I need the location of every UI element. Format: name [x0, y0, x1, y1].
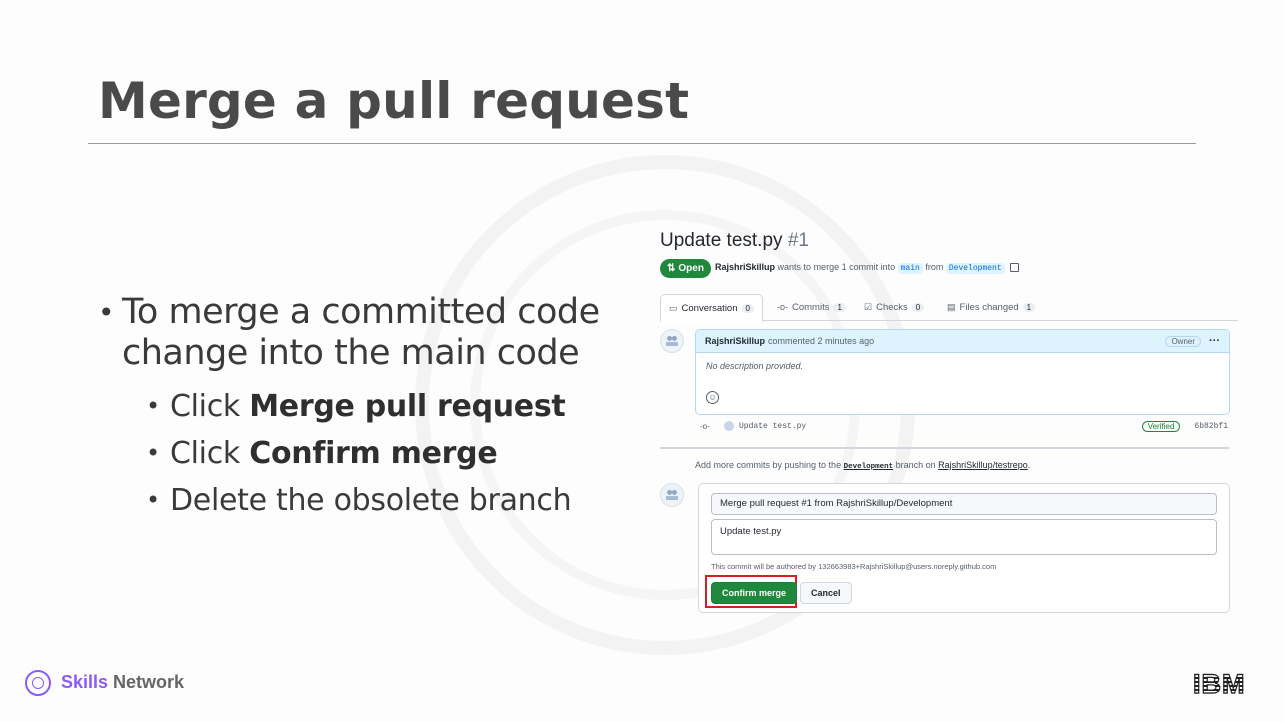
- pr-comment: RajshriSkillup commented 2 minutes ago O…: [695, 329, 1230, 415]
- commit-title-input[interactable]: Merge pull request #1 from RajshriSkillu…: [711, 493, 1217, 515]
- status-badge: ⇅ Open: [660, 259, 711, 278]
- pr-number: #1: [787, 230, 809, 251]
- pr-meta-text: wants to merge 1 commit into: [777, 262, 896, 272]
- brand-rest: Network: [108, 672, 185, 692]
- cancel-button[interactable]: Cancel: [800, 582, 852, 604]
- bullet-dot: •: [98, 296, 115, 329]
- pr-title: Update test.py #1: [660, 230, 809, 252]
- repo-link[interactable]: RajshriSkillup/testrepo: [938, 460, 1028, 470]
- bullet-list: • To merge a committed code change into …: [98, 292, 658, 524]
- emoji-reaction-icon[interactable]: ☺: [706, 391, 719, 404]
- title-divider: [88, 143, 1196, 144]
- merge-form: Merge pull request #1 from RajshriSkillu…: [698, 483, 1230, 613]
- verified-badge[interactable]: Verified: [1141, 420, 1181, 432]
- avatar[interactable]: [660, 483, 684, 507]
- tab-files-changed[interactable]: ▤ Files changed 1: [947, 294, 1036, 320]
- copy-icon[interactable]: [1010, 263, 1020, 273]
- file-diff-icon: ▤: [947, 301, 956, 312]
- skills-network-logo-text: Skills Network: [61, 672, 184, 693]
- add-more-suffix: .: [1027, 460, 1031, 470]
- owner-badge: Owner: [1165, 335, 1201, 347]
- comment-body: No description provided.: [706, 361, 804, 371]
- tab-label: Files changed: [959, 301, 1019, 313]
- add-more-commits-note: Add more commits by pushing to the Devel…: [695, 460, 1030, 471]
- timeline-divider: [660, 447, 1229, 449]
- tab-count: 0: [911, 302, 925, 312]
- commit-sha[interactable]: 6b82bf1: [1194, 422, 1228, 431]
- github-pr-screenshot: Update test.py #1 ⇅ Open RajshriSkillup …: [656, 226, 1242, 626]
- sub-bullet-bold: Merge pull request: [249, 389, 566, 424]
- author-note: This commit will be authored by 13266398…: [711, 562, 997, 571]
- sub-bullet-item: • Delete the obsolete branch: [146, 477, 658, 524]
- commit-row: -o- Update test.py Verified 6b82bf1: [700, 417, 1228, 435]
- status-badge-label: Open: [678, 263, 704, 274]
- base-branch[interactable]: main: [897, 263, 923, 274]
- head-branch[interactable]: Development: [945, 263, 1005, 274]
- sub-bullet-text: Delete the obsolete branch: [170, 477, 572, 524]
- sub-bullet-item: • Click Confirm merge: [146, 430, 658, 477]
- avatar: [724, 421, 734, 431]
- sub-bullet-text: Click Confirm merge: [170, 430, 498, 477]
- avatar[interactable]: [660, 329, 684, 353]
- comment-header: RajshriSkillup commented 2 minutes ago O…: [696, 330, 1229, 353]
- bullet-dot: •: [146, 392, 160, 420]
- conversation-icon: ▭: [669, 302, 678, 313]
- comment-time: commented 2 minutes ago: [768, 336, 875, 346]
- tab-label: Conversation: [681, 302, 738, 314]
- slide: Merge a pull request • To merge a commit…: [0, 0, 1284, 722]
- skills-network-logo-icon: [25, 670, 51, 696]
- bullet-text: To merge a committed code change into th…: [122, 292, 600, 373]
- commit-icon: -o-: [777, 302, 788, 312]
- add-more-prefix: Add more commits by pushing to the: [695, 460, 842, 470]
- branch-link[interactable]: Development: [844, 463, 894, 471]
- tab-conversation[interactable]: ▭ Conversation 0: [660, 294, 763, 322]
- pr-title-text: Update test.py: [660, 230, 783, 251]
- bullet-item: • To merge a committed code change into …: [98, 292, 658, 374]
- ibm-logo: IBM: [1192, 668, 1246, 699]
- add-more-middle: branch on: [895, 460, 936, 470]
- sub-bullet-prefix: Click: [170, 436, 250, 471]
- slide-title: Merge a pull request: [98, 72, 690, 130]
- tab-count: 0: [741, 303, 754, 313]
- confirm-merge-button[interactable]: Confirm merge: [711, 582, 798, 604]
- pull-request-icon: ⇅: [667, 263, 676, 274]
- sub-bullet-prefix: Delete the obsolete branch: [170, 483, 572, 518]
- sub-bullet-list: • Click Merge pull request • Click Confi…: [146, 383, 658, 524]
- tab-label: Commits: [792, 301, 830, 313]
- more-options-icon[interactable]: ···: [1209, 335, 1220, 347]
- commit-icon: -o-: [700, 421, 710, 431]
- commit-message[interactable]: Update test.py: [739, 422, 806, 431]
- brand-bold: Skills: [61, 672, 109, 692]
- pr-meta: RajshriSkillup wants to merge 1 commit i…: [715, 262, 1020, 274]
- sub-bullet-item: • Click Merge pull request: [146, 383, 658, 430]
- commit-body-textarea[interactable]: Update test.py: [711, 519, 1217, 555]
- checks-icon: ☑: [864, 301, 873, 312]
- pr-tabs: ▭ Conversation 0 -o- Commits 1 ☑ Checks …: [660, 294, 1238, 322]
- bullet-dot: •: [146, 439, 160, 467]
- tab-count: 1: [833, 302, 846, 312]
- sub-bullet-text: Click Merge pull request: [170, 383, 566, 430]
- tab-checks[interactable]: ☑ Checks 0: [864, 294, 925, 320]
- bullet-dot: •: [146, 486, 160, 514]
- sub-bullet-bold: Confirm merge: [249, 436, 498, 471]
- comment-author[interactable]: RajshriSkillup: [705, 336, 765, 346]
- pr-from-text: from: [925, 262, 944, 272]
- tab-count: 1: [1022, 302, 1036, 312]
- sub-bullet-prefix: Click: [170, 389, 250, 424]
- tab-commits[interactable]: -o- Commits 1: [777, 294, 846, 320]
- pr-author[interactable]: RajshriSkillup: [715, 262, 775, 272]
- tab-label: Checks: [876, 301, 908, 313]
